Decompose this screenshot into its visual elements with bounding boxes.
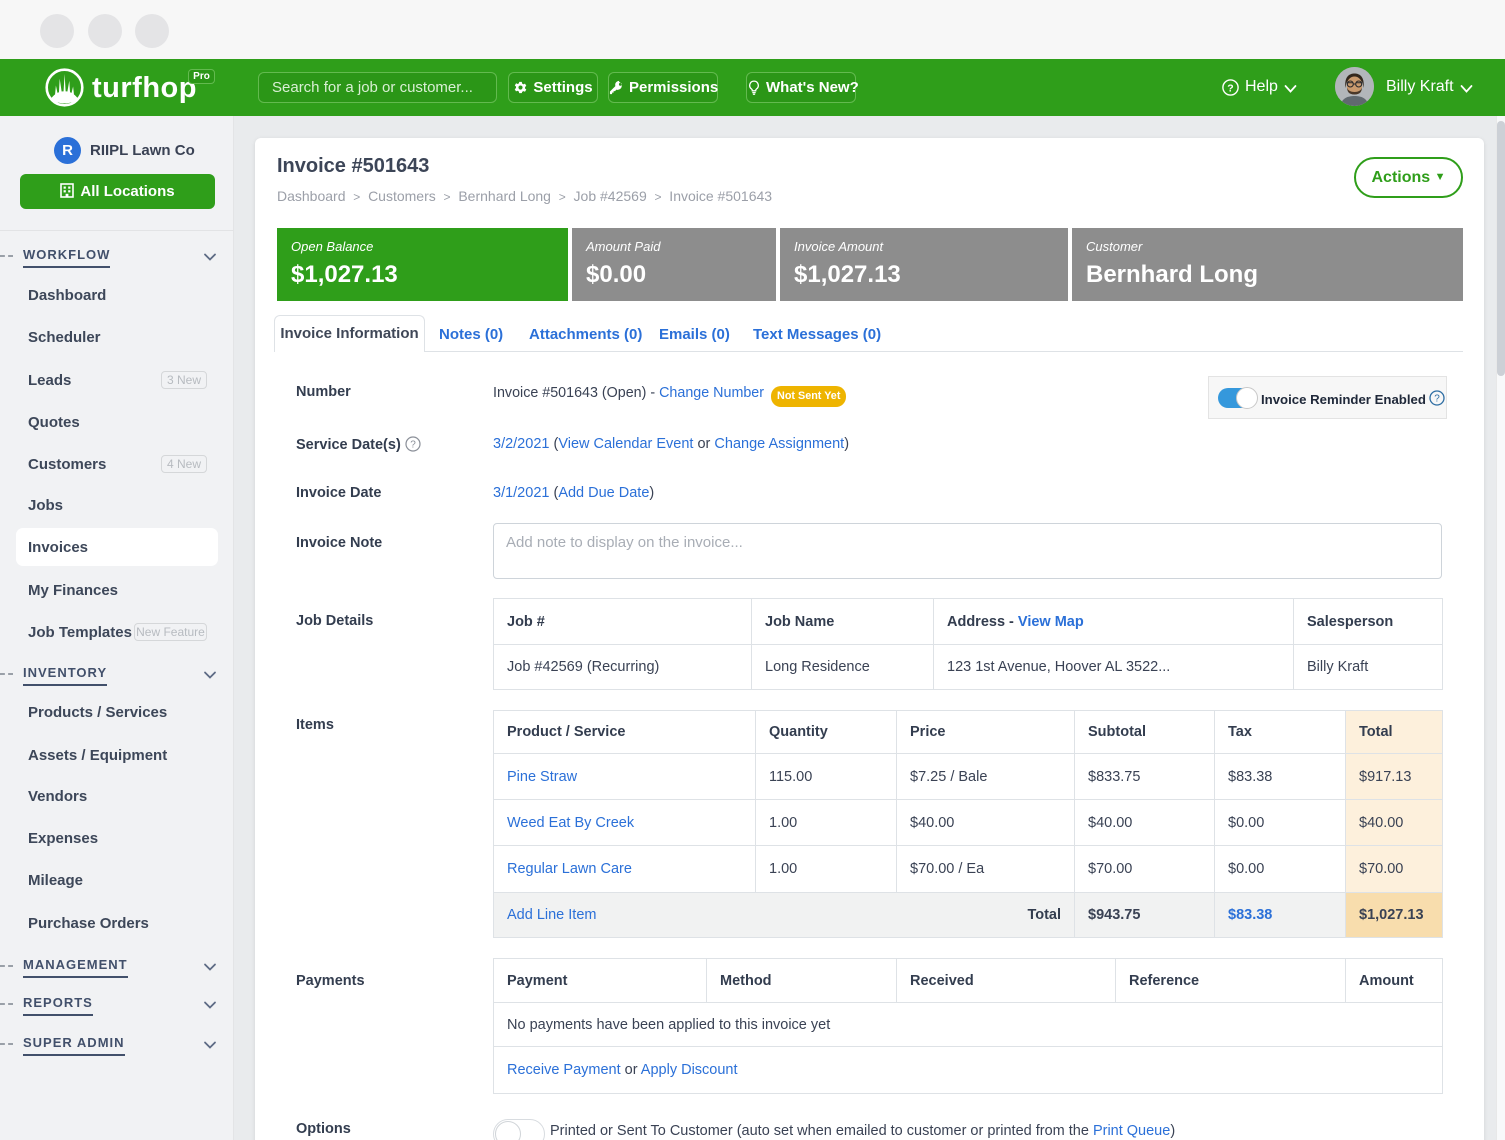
svg-text:?: ? — [1227, 82, 1233, 94]
svg-text:?: ? — [410, 439, 416, 450]
svg-text:?: ? — [1434, 393, 1440, 404]
